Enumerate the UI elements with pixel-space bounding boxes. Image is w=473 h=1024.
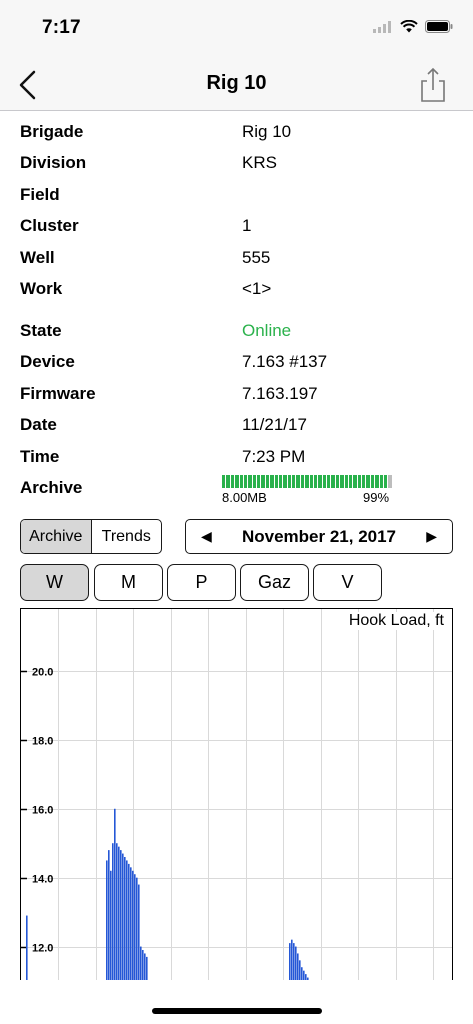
share-icon[interactable]: [419, 66, 447, 104]
info-label: Archive: [20, 478, 83, 497]
info-row-division: Division KRS: [20, 147, 460, 177]
info-value: 1: [242, 216, 252, 235]
data-bar: [128, 863, 130, 980]
info-label: State: [20, 321, 62, 340]
mode-segmented-control: Archive Trends: [20, 519, 162, 554]
info-row-date: Date 11/21/17: [20, 409, 460, 439]
next-date-icon[interactable]: ▶: [426, 528, 437, 545]
info-value: Rig 10: [242, 122, 292, 141]
y-tick-label: 12.0: [32, 943, 53, 955]
param-button-w[interactable]: W: [20, 564, 89, 601]
info-label: Device: [20, 352, 75, 371]
info-row-field: Field: [20, 179, 460, 209]
info-label: Well: [20, 248, 55, 267]
info-row-device: Device 7.163 #137: [20, 346, 460, 376]
data-bar: [108, 850, 110, 980]
data-bar: [116, 843, 118, 980]
data-bar: [26, 915, 28, 980]
date-navigator: ◀ November 21, 2017 ▶: [185, 519, 453, 554]
info-value: 7.163 #137: [242, 352, 328, 371]
data-bar: [291, 939, 293, 980]
info-value: KRS: [242, 153, 277, 172]
data-bar: [120, 850, 122, 980]
data-bar: [114, 808, 116, 980]
info-label: Firmware: [20, 384, 96, 403]
info-label: Date: [20, 415, 57, 434]
y-tick-label: 20.0: [32, 667, 53, 679]
info-value: 7.163.197: [242, 384, 318, 403]
data-bar: [130, 867, 132, 980]
param-button-p[interactable]: P: [167, 564, 236, 601]
battery-icon: [425, 20, 453, 33]
data-bar: [289, 943, 291, 980]
data-bar: [303, 970, 305, 980]
data-bar: [146, 956, 148, 980]
data-bar: [140, 946, 142, 980]
param-button-gaz[interactable]: Gaz: [240, 564, 309, 601]
signal-icon: [373, 20, 391, 33]
y-tick-label: 14.0: [32, 874, 53, 886]
info-value: 555: [242, 248, 271, 267]
data-bar: [122, 853, 124, 980]
data-bar: [295, 946, 297, 980]
status-time: 7:17: [42, 17, 81, 38]
info-row-state: State Online: [20, 315, 460, 345]
info-label: Field: [20, 185, 60, 204]
data-bar: [293, 943, 295, 980]
archive-percent: 99%: [363, 490, 390, 505]
trends-mode-button[interactable]: Trends: [92, 520, 162, 553]
info-value: 7:23 PM: [242, 447, 306, 466]
y-tick-label: 18.0: [32, 736, 53, 748]
archive-mode-button[interactable]: Archive: [21, 520, 92, 553]
data-bar: [124, 857, 126, 980]
status-icons: [373, 20, 453, 33]
status-bar: 7:17: [0, 0, 473, 58]
wifi-icon: [400, 20, 418, 33]
state-value: Online: [242, 321, 292, 340]
y-tick-label: 16.0: [32, 805, 53, 817]
data-bar: [112, 843, 114, 980]
data-bar: [299, 960, 301, 980]
hook-load-chart: 12.0 14.0 16.0 18.0 20.0 Hook Load, ft: [20, 608, 453, 980]
data-bar: [134, 874, 136, 980]
info-label: Time: [20, 447, 60, 466]
data-bar: [132, 870, 134, 980]
info-row-work: Work <1>: [20, 273, 460, 303]
info-row-well: Well 555: [20, 242, 460, 272]
data-bar: [106, 860, 108, 980]
data-bar: [136, 877, 138, 980]
info-row-firmware: Firmware 7.163.197: [20, 378, 460, 408]
home-indicator[interactable]: [152, 1008, 322, 1014]
info-row-cluster: Cluster 1: [20, 210, 460, 240]
info-value: <1>: [242, 279, 272, 298]
chart-canvas: 12.0 14.0 16.0 18.0 20.0: [21, 609, 452, 980]
info-label: Work: [20, 279, 63, 298]
data-bar: [297, 953, 299, 980]
chart-title: Hook Load, ft: [348, 612, 444, 630]
navigation-bar: Rig 10: [0, 58, 473, 111]
data-bar: [138, 884, 140, 980]
data-bar: [142, 950, 144, 980]
data-bar: [118, 846, 120, 980]
info-value: 11/21/17: [242, 415, 307, 434]
info-row-time: Time 7:23 PM: [20, 441, 460, 471]
data-bar: [110, 870, 112, 980]
info-label: Brigade: [20, 122, 84, 141]
data-bar: [126, 860, 128, 980]
bottom-safe-area: [0, 980, 473, 1024]
info-row-brigade: Brigade Rig 10: [20, 116, 460, 146]
param-button-v[interactable]: V: [313, 564, 382, 601]
param-button-m[interactable]: M: [94, 564, 163, 601]
archive-usage-bar: [222, 475, 393, 488]
data-bar: [301, 967, 303, 980]
info-label: Cluster: [20, 216, 79, 235]
data-bar: [144, 953, 146, 980]
archive-size: 8.00MB: [222, 490, 267, 505]
info-label: Division: [20, 153, 87, 172]
current-date: November 21, 2017: [241, 527, 397, 546]
page-title: Rig 10: [206, 72, 267, 94]
